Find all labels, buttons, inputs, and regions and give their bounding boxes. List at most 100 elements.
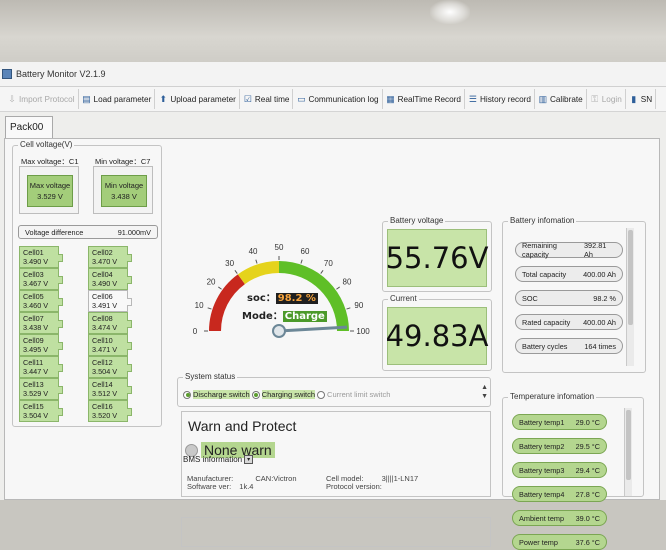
cell-indicator-cell15: Cell15 3.504 V (19, 400, 63, 422)
checkbox-icon: ☑ (243, 94, 252, 104)
cell-terminal-icon (127, 276, 132, 284)
toolbar-upload-parameter-button[interactable]: ⬆ Upload parameter (155, 89, 240, 109)
switch-label: Discharge switch (193, 390, 250, 399)
toolbar-label: Load parameter (93, 94, 152, 104)
battery-info-value: 400.00 Ah (583, 317, 616, 327)
toolbar-label: Communication log (308, 94, 379, 104)
tab-strip: Pack00 (0, 113, 666, 139)
toolbar-sn-button[interactable]: ▮ SN (626, 89, 657, 109)
toolbar-load-parameter-button[interactable]: ▤ Load parameter (79, 89, 156, 109)
switch-label: Current limit switch (327, 390, 391, 399)
cell-value: 3.504 V (92, 367, 118, 376)
cell-value: 3.520 V (92, 411, 118, 420)
cell-name: Cell03 (23, 270, 44, 279)
bms-info-menu-icon[interactable]: ▾ (244, 455, 254, 464)
toolbar-realtime-record-button[interactable]: ▦ RealTime Record (383, 89, 465, 109)
gauge-tick-label: 20 (207, 278, 216, 287)
cell-value: 3.474 V (92, 323, 118, 332)
toolbar-communication-log-button[interactable]: ▭ Communication log (293, 89, 383, 109)
window-title: Battery Monitor V2.1.9 (16, 69, 106, 79)
up-arrow-icon: ⬆ (159, 94, 168, 104)
gauge-tick (234, 270, 238, 274)
battery-info-value: 98.2 % (593, 293, 616, 303)
toolbar-login-button[interactable]: ⚿ Login (587, 89, 626, 109)
toolbar-import-protocol-button[interactable]: ⇩ Import Protocol (4, 89, 79, 109)
switch-current-limit-switch[interactable]: Current limit switch (317, 390, 390, 399)
max-voltage-box-label: Max voltage (29, 181, 71, 190)
toolbar: ⇩ Import Protocol ▤ Load parameter ⬆ Upload p… (0, 87, 666, 112)
gauge-tick (207, 307, 212, 310)
gauge-tick-label: 80 (343, 278, 352, 287)
current-group: Current 49.83A (382, 294, 492, 371)
battery-info-value: 400.00 Ah (583, 269, 616, 279)
cell-indicator-cell11: Cell11 3.447 V (19, 356, 63, 378)
cell-value: 3.438 V (23, 323, 49, 332)
mode-value: Charge (282, 311, 327, 322)
switch-charging-switch[interactable]: Charging switch (251, 390, 316, 399)
battery-info-value: 164 times (584, 341, 616, 351)
cell-name: Cell12 (92, 358, 113, 367)
max-voltage-indicator: Max voltage 3.529 V (27, 175, 73, 207)
cell-name: Cell01 (23, 248, 44, 257)
cell-indicator-cell06: Cell06 3.491 V (88, 290, 132, 312)
bms-software-label: Software ver: (187, 482, 232, 491)
cell-name: Cell13 (23, 380, 44, 389)
radio-icon (251, 390, 260, 399)
system-status-switches: Discharge switch Charging switch Current l… (183, 390, 392, 399)
toolbar-history-record-button[interactable]: ☰ History record (465, 89, 535, 109)
cell-voltage-group: Cell voltage(V) Max voltage：C1 Min volta… (12, 140, 162, 427)
cell-name: Cell06 (92, 292, 113, 301)
temperature-value: 37.6 °C (575, 537, 600, 547)
system-status-spinner[interactable]: ▲ ▼ (481, 383, 488, 401)
cell-terminal-icon (127, 386, 132, 394)
cell-name: Cell05 (23, 292, 44, 301)
battery-info-label: Battery cycles (522, 341, 568, 351)
battery-info-scroll-thumb[interactable] (628, 230, 633, 325)
system-status-title: System status (183, 372, 238, 381)
switch-discharge-switch[interactable]: Discharge switch (183, 390, 250, 399)
radio-icon (317, 390, 326, 399)
battery-info-label: Remaining capacity (522, 241, 557, 259)
min-voltage-value: 3.438 V (111, 192, 137, 201)
cell-value: 3.470 V (92, 257, 118, 266)
min-voltage-box: Min voltage 3.438 V (93, 166, 153, 214)
toolbar-label: Import Protocol (19, 94, 75, 104)
toolbar-label: Calibrate (549, 94, 583, 104)
cell-name: Cell02 (92, 248, 113, 257)
cell-value: 3.504 V (23, 411, 49, 420)
temperature-label: Battery temp2 (519, 441, 565, 451)
gauge-tick-label: 40 (249, 247, 258, 256)
bms-cell-model-value: 3||||1-LN17 (381, 474, 419, 483)
gauge-tick-label: 30 (225, 259, 234, 268)
spinner-up-icon[interactable]: ▲ (481, 383, 488, 392)
cell-terminal-icon (127, 342, 132, 350)
battery-info-scrollbar[interactable] (626, 228, 634, 366)
spinner-down-icon[interactable]: ▼ (481, 392, 488, 401)
min-voltage-box-label: Min voltage (104, 181, 144, 190)
cell-terminal-icon (58, 254, 63, 262)
temperature-scroll-thumb[interactable] (626, 410, 631, 480)
soc-readout: soc： 98.2 % (247, 289, 318, 304)
ruler-icon: ▥ (538, 94, 548, 104)
cell-value: 3.471 V (92, 345, 118, 354)
cell-value: 3.490 V (92, 279, 118, 288)
toolbar-real-time-button[interactable]: ☑ Real time (240, 89, 294, 109)
toolbar-calibrate-button[interactable]: ▥ Calibrate (535, 89, 587, 109)
battery-info-group: Battery infomation Remaining capacity 392… (502, 216, 646, 373)
bms-software-value: 1k.4 (239, 482, 254, 491)
cell-name: Cell08 (92, 314, 113, 323)
temperature-scrollbar[interactable] (624, 408, 632, 496)
cell-indicator-cell08: Cell08 3.474 V (88, 312, 132, 334)
temperature-value: 29.5 °C (575, 441, 600, 451)
gauge-hub (272, 324, 286, 338)
cell-indicator-cell02: Cell02 3.470 V (88, 246, 132, 268)
gauge-yellow-zone (237, 261, 279, 285)
battery-info-label: Total capacity (522, 269, 567, 279)
temperature-value: 29.0 °C (575, 417, 600, 427)
tab-pack00[interactable]: Pack00 (5, 116, 53, 139)
battery-info-item: Battery cycles 164 times (515, 338, 623, 354)
battery-info-item: Rated capacity 400.00 Ah (515, 314, 623, 330)
cell-value: 3.490 V (23, 257, 49, 266)
cell-name: Cell04 (92, 270, 113, 279)
gauge-tick-label: 50 (275, 243, 284, 252)
